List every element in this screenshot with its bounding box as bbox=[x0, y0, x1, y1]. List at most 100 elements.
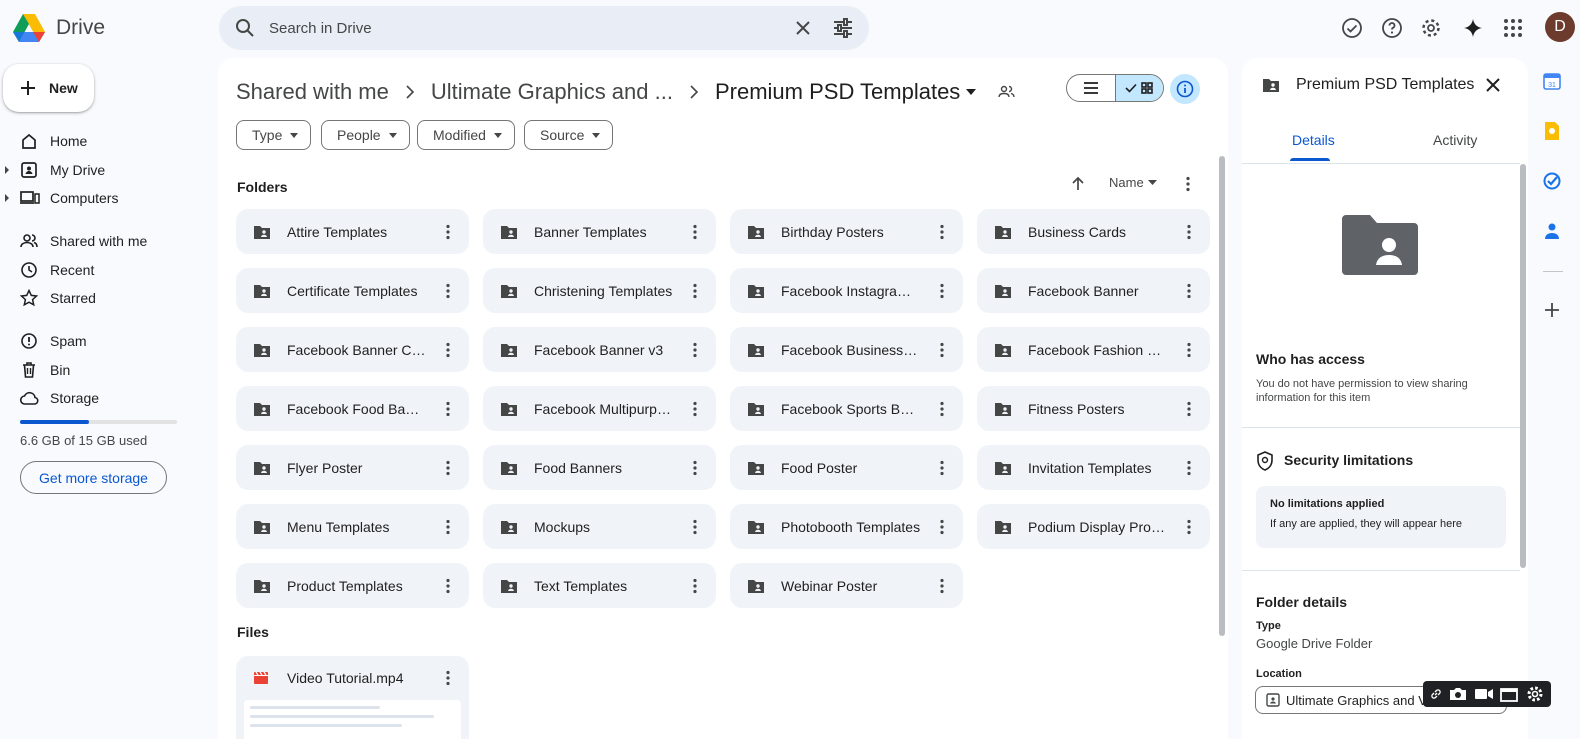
contacts-icon[interactable] bbox=[1541, 220, 1563, 242]
drive-logo[interactable]: Drive bbox=[12, 12, 112, 44]
breadcrumb-current[interactable]: Premium PSD Templates bbox=[715, 79, 977, 105]
tab-activity[interactable]: Activity bbox=[1433, 132, 1477, 148]
more-options-icon[interactable] bbox=[921, 458, 963, 478]
folder-card[interactable]: Mockups bbox=[483, 504, 716, 549]
folder-card[interactable]: Facebook Business M... bbox=[730, 327, 963, 372]
gemini-sparkle-icon[interactable] bbox=[1459, 14, 1487, 42]
sidebar-item-spam[interactable]: Spam bbox=[0, 327, 210, 355]
more-options-icon[interactable] bbox=[674, 576, 716, 596]
more-options-icon[interactable] bbox=[921, 399, 963, 419]
folder-card[interactable]: Food Poster bbox=[730, 445, 963, 490]
close-icon[interactable] bbox=[1482, 74, 1504, 96]
more-options-icon[interactable] bbox=[427, 222, 469, 242]
sidebar-item-recent[interactable]: Recent bbox=[0, 256, 210, 284]
sidebar-item-starred[interactable]: Starred bbox=[0, 284, 210, 312]
folder-card[interactable]: Business Cards bbox=[977, 209, 1210, 254]
folder-card[interactable]: Menu Templates bbox=[236, 504, 469, 549]
avatar[interactable]: D bbox=[1545, 12, 1575, 42]
camera-icon[interactable] bbox=[1448, 686, 1468, 702]
folder-card[interactable]: Fitness Posters bbox=[977, 386, 1210, 431]
more-options-icon[interactable] bbox=[427, 517, 469, 537]
expand-caret-icon[interactable] bbox=[0, 166, 14, 174]
more-options-icon[interactable] bbox=[427, 340, 469, 360]
settings-gear-icon[interactable] bbox=[1526, 685, 1544, 703]
search-icon[interactable] bbox=[233, 16, 257, 40]
more-options-icon[interactable] bbox=[921, 576, 963, 596]
more-options-icon[interactable] bbox=[427, 281, 469, 301]
filter-people[interactable]: People bbox=[321, 120, 410, 150]
sort-by-button[interactable]: Name bbox=[1109, 175, 1157, 190]
more-options-icon[interactable] bbox=[427, 458, 469, 478]
new-button[interactable]: New bbox=[3, 64, 94, 112]
filter-modified[interactable]: Modified bbox=[417, 120, 515, 150]
offline-ready-icon[interactable] bbox=[1338, 14, 1366, 42]
close-icon[interactable] bbox=[791, 16, 815, 40]
folder-card[interactable]: Facebook Multipurpo... bbox=[483, 386, 716, 431]
breadcrumb-item[interactable]: Shared with me bbox=[236, 79, 389, 105]
folder-card[interactable]: Food Banners bbox=[483, 445, 716, 490]
grid-view-button[interactable] bbox=[1114, 75, 1163, 101]
more-options-icon[interactable] bbox=[1168, 399, 1210, 419]
folder-card[interactable]: Webinar Poster bbox=[730, 563, 963, 608]
folder-card[interactable]: Banner Templates bbox=[483, 209, 716, 254]
more-options-icon[interactable] bbox=[921, 222, 963, 242]
settings-gear-icon[interactable] bbox=[1417, 14, 1445, 42]
window-capture-icon[interactable] bbox=[1500, 686, 1520, 702]
sort-direction-icon[interactable] bbox=[1068, 174, 1088, 194]
more-options-icon[interactable] bbox=[921, 281, 963, 301]
shared-people-icon[interactable] bbox=[998, 85, 1016, 99]
folder-card[interactable]: Invitation Templates bbox=[977, 445, 1210, 490]
more-options-icon[interactable] bbox=[427, 399, 469, 419]
folder-card[interactable]: Certificate Templates bbox=[236, 268, 469, 313]
get-more-storage-button[interactable]: Get more storage bbox=[20, 461, 167, 494]
more-options-icon[interactable] bbox=[674, 281, 716, 301]
folder-card[interactable]: Flyer Poster bbox=[236, 445, 469, 490]
calendar-icon[interactable]: 31 bbox=[1541, 70, 1563, 92]
details-info-button[interactable] bbox=[1170, 74, 1200, 104]
sidebar-item-home[interactable]: Home bbox=[0, 127, 210, 155]
more-options-icon[interactable] bbox=[674, 399, 716, 419]
help-icon[interactable] bbox=[1378, 14, 1406, 42]
scrollbar[interactable] bbox=[1520, 164, 1526, 568]
add-addon-icon[interactable] bbox=[1541, 299, 1563, 321]
tasks-icon[interactable] bbox=[1541, 170, 1563, 192]
folder-card[interactable]: Facebook Instagram ... bbox=[730, 268, 963, 313]
folder-card[interactable]: Facebook Banner bbox=[977, 268, 1210, 313]
more-options-icon[interactable] bbox=[674, 517, 716, 537]
more-options-icon[interactable] bbox=[1178, 174, 1198, 194]
filter-source[interactable]: Source bbox=[524, 120, 614, 150]
more-options-icon[interactable] bbox=[921, 517, 963, 537]
folder-card[interactable]: Christening Templates bbox=[483, 268, 716, 313]
sidebar-item-storage[interactable]: Storage bbox=[0, 384, 210, 412]
folder-card[interactable]: Birthday Posters bbox=[730, 209, 963, 254]
folder-card[interactable]: Facebook Banner Cov... bbox=[236, 327, 469, 372]
breadcrumb-item[interactable]: Ultimate Graphics and ... bbox=[431, 79, 673, 105]
list-view-button[interactable] bbox=[1067, 75, 1115, 101]
filter-type[interactable]: Type bbox=[236, 120, 312, 150]
folder-card[interactable]: Facebook Food Banner bbox=[236, 386, 469, 431]
more-options-icon[interactable] bbox=[1168, 222, 1210, 242]
more-options-icon[interactable] bbox=[674, 458, 716, 478]
folder-card[interactable]: Product Templates bbox=[236, 563, 469, 608]
sidebar-item-shared-with-me[interactable]: Shared with me bbox=[0, 227, 210, 255]
more-options-icon[interactable] bbox=[674, 222, 716, 242]
folder-card[interactable]: Photobooth Templates bbox=[730, 504, 963, 549]
apps-grid-icon[interactable] bbox=[1499, 14, 1527, 42]
keep-icon[interactable] bbox=[1541, 120, 1563, 142]
more-options-icon[interactable] bbox=[1168, 281, 1210, 301]
more-options-icon[interactable] bbox=[1168, 340, 1210, 360]
search-bar[interactable] bbox=[219, 6, 869, 50]
sidebar-item-computers[interactable]: Computers bbox=[0, 184, 210, 212]
folder-card[interactable]: Podium Display Produ... bbox=[977, 504, 1210, 549]
more-options-icon[interactable] bbox=[1168, 458, 1210, 478]
folder-card[interactable]: Facebook Banner v3 bbox=[483, 327, 716, 372]
scrollbar[interactable] bbox=[1219, 156, 1225, 636]
folder-card[interactable]: Text Templates bbox=[483, 563, 716, 608]
folder-card[interactable]: Attire Templates bbox=[236, 209, 469, 254]
folder-card[interactable]: Facebook Sports Ban... bbox=[730, 386, 963, 431]
search-input[interactable] bbox=[269, 6, 769, 50]
link-icon[interactable] bbox=[1430, 688, 1442, 700]
file-card[interactable]: Video Tutorial.mp4 bbox=[236, 656, 469, 739]
more-options-icon[interactable] bbox=[427, 668, 469, 688]
more-options-icon[interactable] bbox=[1168, 517, 1210, 537]
